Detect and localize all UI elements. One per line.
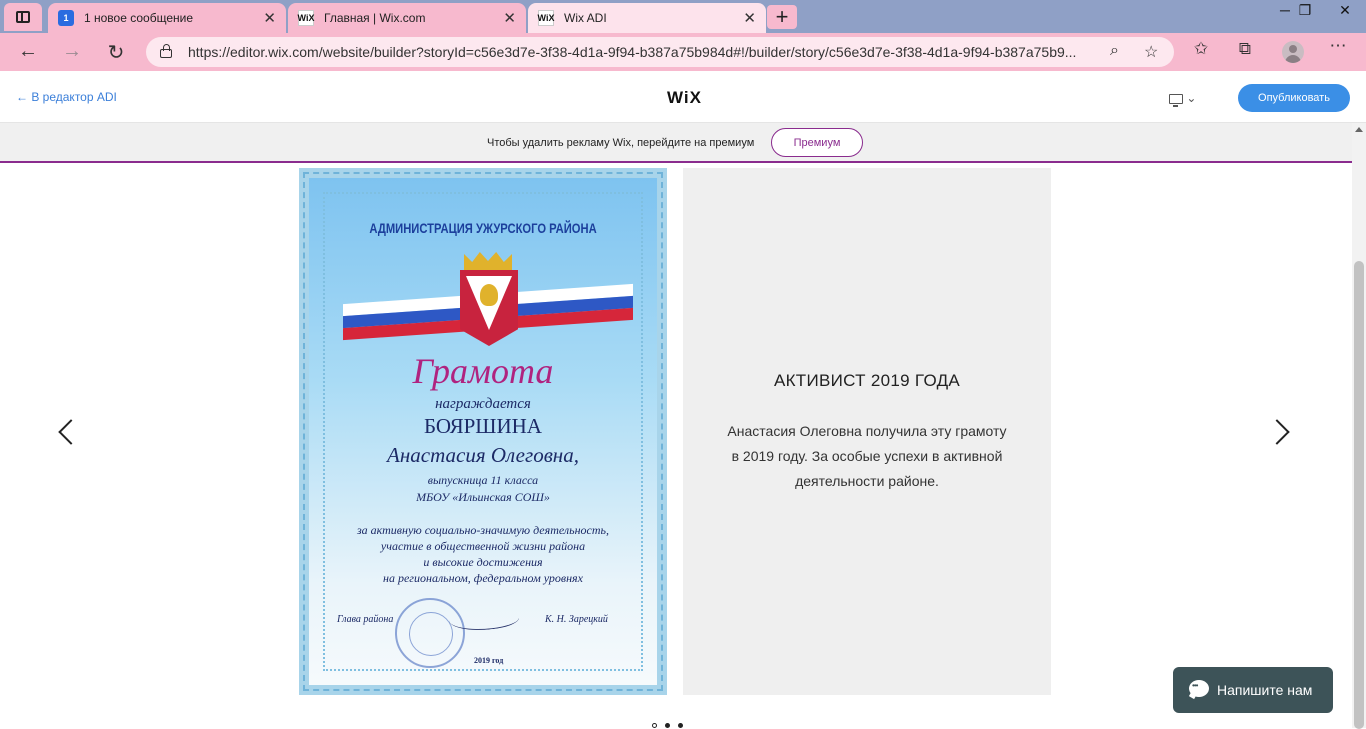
editor-topbar: ← В редактор ADI WiX ⌄ Опубликовать — [0, 71, 1366, 123]
address-bar[interactable]: https://editor.wix.com/website/builder?s… — [146, 37, 1174, 67]
certificate-line: на региональном, федеральном уровнях — [383, 571, 583, 585]
premium-banner: Чтобы удалить рекламу Wix, перейдите на … — [0, 123, 1352, 163]
tab-label: Wix ADI — [564, 11, 607, 25]
certificate-image: АДМИНИСТРАЦИЯ УЖУРСКОГО РАЙОНА Грамота н… — [299, 168, 667, 695]
certificate-line: за активную социально-значимую деятельно… — [357, 523, 609, 537]
lock-icon — [160, 44, 172, 58]
favorites-list-icon[interactable]: ✩ — [1189, 39, 1213, 59]
certificate-name: Анастасия Олеговна, — [387, 443, 579, 467]
page-scrollbar[interactable] — [1352, 123, 1366, 729]
chevron-down-icon: ⌄ — [1186, 91, 1197, 105]
browser-tab-bar: 1 1 новое сообщение ✕ WiX Главная | Wix.… — [0, 0, 1366, 33]
certificate-line: МБОУ «Ильинская СОШ» — [416, 490, 550, 504]
reload-icon[interactable]: ↻ — [102, 40, 130, 65]
collections-icon[interactable]: ⧉ — [1233, 39, 1257, 59]
tab-actions-icon — [16, 11, 30, 23]
back-to-adi-link[interactable]: ← В редактор ADI — [16, 90, 117, 104]
slide-dot[interactable] — [678, 723, 683, 728]
zoom-icon[interactable]: ⌕ — [1110, 42, 1119, 60]
messages-favicon-icon: 1 — [58, 10, 74, 26]
slide-dot[interactable] — [665, 723, 670, 728]
slide-description: Анастасия Олеговна получила эту грамоту … — [727, 423, 1007, 489]
certificate-line: награждается — [435, 396, 531, 412]
certificate-line: участие в общественной жизни района — [380, 539, 586, 553]
premium-button[interactable]: Премиум — [771, 128, 863, 157]
tab-actions-button[interactable] — [4, 3, 42, 31]
slide-prev-arrow-icon[interactable] — [58, 417, 74, 445]
certificate-surname: БОЯРШИНА — [424, 414, 542, 438]
premium-banner-text: Чтобы удалить рекламу Wix, перейдите на … — [487, 137, 755, 149]
restore-icon[interactable]: ❐ — [1285, 2, 1325, 19]
slide-text-panel: АКТИВИСТ 2019 ГОДА Анастасия Олеговна по… — [683, 168, 1051, 695]
forward-arrow-icon[interactable]: → — [58, 40, 86, 63]
tab-close-icon[interactable]: ✕ — [263, 9, 276, 27]
tab-wix-home[interactable]: WiX Главная | Wix.com ✕ — [288, 3, 526, 33]
certificate-sign-right: К. Н. Зарецкий — [545, 614, 608, 625]
wix-favicon-icon: WiX — [298, 10, 314, 26]
certificate-year: 2019 год — [474, 656, 504, 665]
slide-title: АКТИВИСТ 2019 ГОДА — [773, 371, 961, 390]
site-preview: АДМИНИСТРАЦИЯ УЖУРСКОГО РАЙОНА Грамота н… — [0, 165, 1352, 728]
new-tab-button[interactable]: + — [767, 4, 797, 29]
slide-dot[interactable] — [652, 723, 657, 728]
chat-bubble-icon — [1189, 680, 1209, 697]
certificate-line: и высокие достижения — [423, 555, 543, 569]
scroll-up-arrow-icon[interactable] — [1355, 127, 1363, 132]
wix-logo: WiX — [667, 88, 702, 107]
chat-label: Напишите нам — [1217, 682, 1313, 698]
certificate-title: Грамота — [412, 351, 554, 391]
slide-pagination — [652, 723, 683, 728]
scroll-thumb[interactable] — [1354, 261, 1364, 729]
chat-button[interactable]: Напишите нам — [1173, 667, 1333, 713]
profile-avatar[interactable] — [1282, 41, 1304, 63]
back-arrow-icon[interactable]: ← — [14, 40, 42, 63]
tab-close-icon[interactable]: ✕ — [743, 9, 756, 27]
tab-label: Главная | Wix.com — [324, 11, 426, 25]
wix-favicon-icon: WiX — [538, 10, 554, 26]
tab-label: 1 новое сообщение — [84, 11, 194, 25]
slide-next-arrow-icon[interactable] — [1272, 417, 1288, 445]
window-close-icon[interactable]: ✕ — [1325, 2, 1365, 19]
certificate-sign-left: Глава района — [337, 614, 394, 625]
stamp-seal — [395, 598, 465, 668]
certificate-header: АДМИНИСТРАЦИЯ УЖУРСКОГО РАЙОНА — [369, 220, 597, 236]
browser-toolbar: ← → ↻ https://editor.wix.com/website/bui… — [0, 33, 1366, 71]
desktop-monitor-icon — [1169, 93, 1183, 107]
more-menu-icon[interactable]: ⋯ — [1326, 36, 1350, 56]
crown-icon — [464, 244, 512, 270]
url-text: https://editor.wix.com/website/builder?s… — [188, 44, 1077, 60]
publish-button[interactable]: Опубликовать — [1238, 84, 1350, 112]
favorite-star-icon[interactable]: ☆ — [1144, 42, 1158, 62]
tab-messages[interactable]: 1 1 новое сообщение ✕ — [48, 3, 286, 33]
tab-close-icon[interactable]: ✕ — [503, 9, 516, 27]
tab-wix-adi[interactable]: WiX Wix ADI ✕ — [528, 3, 766, 33]
certificate-line: выпускница 11 класса — [427, 473, 539, 487]
device-switcher[interactable]: ⌄ — [1169, 91, 1197, 107]
